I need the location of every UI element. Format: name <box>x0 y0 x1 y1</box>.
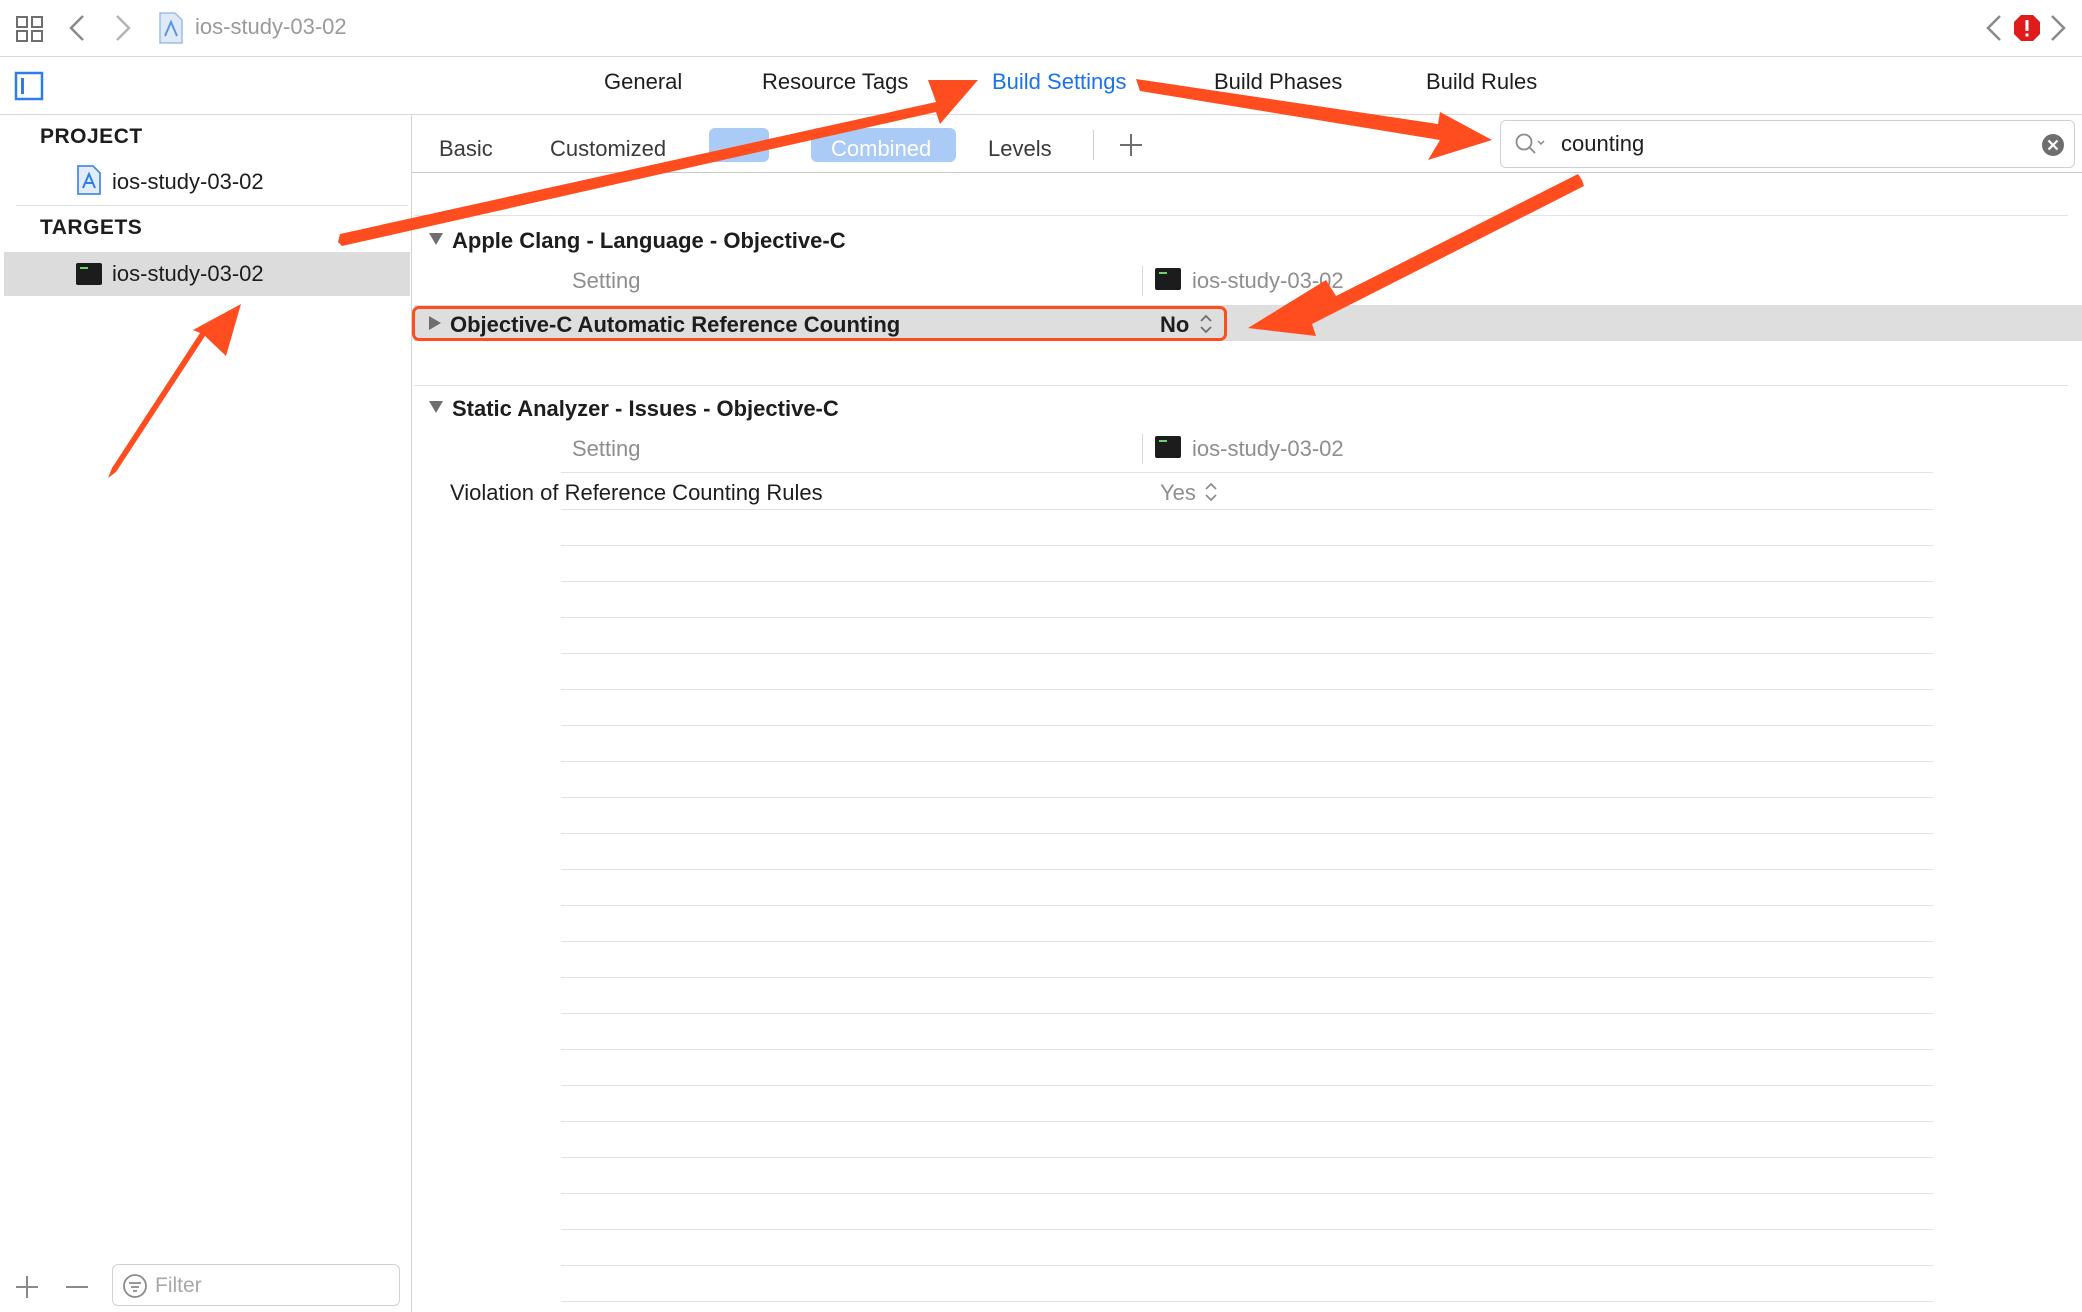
annotation-arrow-search <box>1136 79 1492 160</box>
annotation-arrow-arc-row <box>1248 174 1584 336</box>
annotation-arrows <box>108 79 1584 478</box>
annotation-arrow-target <box>108 304 241 478</box>
annotation-arrow-build-settings <box>338 80 978 246</box>
